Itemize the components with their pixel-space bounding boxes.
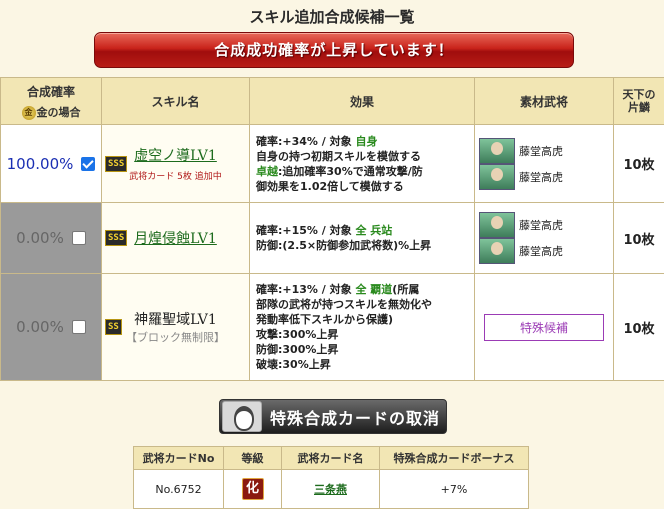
material-item[interactable]: 藤堂高虎 [479, 212, 609, 238]
effect-text: :追加確率30%で通常攻撃/防 [278, 164, 423, 178]
skill-link[interactable]: 虚空ノ導LV1 [134, 148, 217, 164]
card-no-header: 武将カードNo [133, 446, 224, 470]
grade-cell: 化 [223, 469, 282, 509]
table-row: No.6752 化 三条燕 +7% [133, 469, 529, 509]
effect-cell: 確率:+34% / 対象 自身 自身の持つ初期スキルを模倣する 卓越:追加確率3… [249, 124, 475, 203]
rate-cell: 0.00% [0, 273, 102, 381]
general-portrait-icon [479, 163, 515, 190]
tenka-count: 10枚 [613, 273, 664, 381]
skill-name-cell: SSS 月煌侵蝕LV1 [101, 202, 250, 274]
rate-value: 100.00% [6, 154, 74, 173]
material-cell: 藤堂高虎 藤堂高虎 [474, 124, 614, 203]
effect-target: 全 兵站 [355, 224, 393, 237]
rank-badge: SSS [105, 230, 128, 246]
material-name: 藤堂高虎 [519, 245, 563, 258]
general-portrait-icon [479, 212, 515, 238]
tenka-label: 天下の [622, 88, 656, 101]
effect-text: (所属 [392, 283, 420, 296]
page-title: スキル追加合成候補一覧 [249, 8, 415, 26]
effect-target: 全 覇道 [355, 283, 393, 296]
effect-text: 部隊の武将が持つスキルを無効化や [256, 298, 432, 311]
effect-text: 御効果を1.02倍して模倣する [256, 179, 404, 193]
skill-candidates-table: 合成確率 金金の場合 スキル名 効果 素材武将 天下の 片鱗 100.00% SS… [0, 77, 664, 381]
rate-cell: 100.00% [0, 124, 102, 203]
material-name: 藤堂高虎 [519, 170, 563, 184]
card-name-link[interactable]: 三条燕 [314, 483, 347, 496]
effect-text: 攻撃:300%上昇 [256, 328, 339, 341]
effect-text: 発動率低下スキルから保護) [256, 313, 394, 326]
cancel-button-label: 特殊合成カードの取消 [270, 408, 441, 428]
table-row: 0.00% SSS 月煌侵蝕LV1 確率:+15% / 対象 全 兵站 防御:(… [0, 202, 664, 274]
skill-name: 神羅聖域LV1 [134, 312, 217, 328]
effect-text: 破壊:30%上昇 [256, 358, 331, 371]
card-bonus: +7% [379, 469, 529, 509]
material-cell: 藤堂高虎 藤堂高虎 [474, 202, 614, 274]
tenka-count: 10枚 [613, 124, 664, 203]
rate-header: 合成確率 金金の場合 [0, 77, 102, 125]
table-row: 100.00% SSS 虚空ノ導LV1 武将カード 5枚 追加中 確率:+34%… [0, 124, 664, 203]
card-name-header: 武将カード名 [281, 446, 380, 470]
rank-badge: SSS [105, 155, 128, 172]
select-checkbox[interactable] [71, 231, 86, 245]
skill-name-cell: SSS 虚空ノ導LV1 武将カード 5枚 追加中 [101, 124, 250, 203]
special-card-table: 武将カードNo 等級 武将カード名 特殊合成カードボーナス No.6752 化 … [133, 446, 529, 509]
material-item[interactable]: 藤堂高虎 [479, 163, 609, 190]
tenka-header: 天下の 片鱗 [613, 77, 664, 125]
effect-text: 防御:300%上昇 [256, 343, 339, 356]
select-checkbox[interactable] [81, 156, 96, 171]
effect-header: 効果 [249, 77, 475, 125]
effect-text: 防御:(2.5×防御参加武将数)%上昇 [256, 239, 432, 252]
banner-text: 合成成功確率が上昇しています！ [214, 41, 454, 59]
select-checkbox[interactable] [71, 320, 86, 334]
special-candidate-label[interactable]: 特殊候補 [484, 313, 604, 341]
gold-coin-icon: 金 [21, 105, 36, 120]
block-unlimited-note: 【ブロック無制限】 [126, 331, 225, 344]
material-item[interactable]: 藤堂高虎 [479, 238, 609, 264]
material-item[interactable]: 藤堂高虎 [479, 137, 609, 164]
card-no: No.6752 [133, 469, 224, 509]
grade-icon: 化 [241, 478, 264, 500]
rate-cell: 0.00% [0, 202, 102, 274]
card-name-cell: 三条燕 [281, 469, 380, 509]
effect-target: 自身 [355, 134, 378, 148]
effect-text: 確率:+34% / 対象 [256, 134, 356, 148]
general-portrait-icon [479, 137, 515, 164]
bonus-header: 特殊合成カードボーナス [379, 446, 529, 470]
cancel-special-card-button[interactable]: 特殊合成カードの取消 [219, 399, 447, 434]
effect-keyword: 卓越 [256, 164, 278, 178]
effect-cell: 確率:+15% / 対象 全 兵站 防御:(2.5×防御参加武将数)%上昇 [249, 202, 475, 274]
table-row: 0.00% SS 神羅聖域LV1 【ブロック無制限】 確率:+13% / 対象 … [0, 273, 664, 381]
effect-text: 確率:+13% / 対象 [256, 283, 356, 296]
rate-value: 0.00% [16, 229, 64, 247]
skill-name-cell: SS 神羅聖域LV1 【ブロック無制限】 [101, 273, 250, 381]
material-name: 藤堂高虎 [519, 219, 563, 232]
tenka-label-2: 片鱗 [628, 101, 650, 114]
general-portrait-icon [479, 238, 515, 264]
skill-link[interactable]: 月煌侵蝕LV1 [134, 231, 217, 247]
effect-text: 自身の持つ初期スキルを模倣する [256, 149, 421, 163]
rate-header-label: 合成確率 [26, 84, 75, 99]
skill-name-header: スキル名 [101, 77, 250, 125]
material-header: 素材武将 [474, 77, 614, 125]
character-face-icon [222, 401, 262, 432]
rate-value: 0.00% [16, 318, 64, 336]
effect-cell: 確率:+13% / 対象 全 覇道(所属 部隊の武将が持つスキルを無効化や 発動… [249, 273, 475, 381]
gold-case-label: 金の場合 [36, 105, 81, 119]
material-name: 藤堂高虎 [519, 144, 563, 158]
tenka-count: 10枚 [613, 202, 664, 274]
rank-badge: SS [105, 319, 122, 335]
effect-text: 確率:+15% / 対象 [256, 224, 356, 237]
success-rate-banner: 合成成功確率が上昇しています！ [94, 32, 574, 68]
grade-header: 等級 [223, 446, 282, 470]
material-cell: 特殊候補 [474, 273, 614, 381]
